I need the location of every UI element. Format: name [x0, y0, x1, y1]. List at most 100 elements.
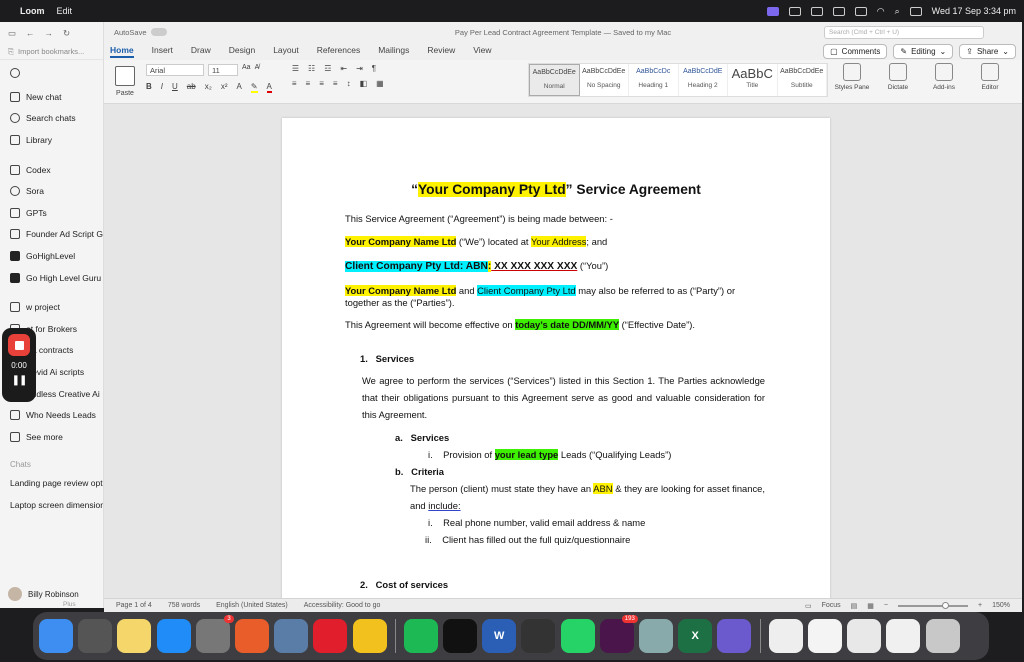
numbering-icon[interactable]: ☷ — [308, 64, 315, 73]
search-input[interactable]: Search (Cmd + Ctrl + U) — [824, 25, 984, 39]
focus-icon[interactable]: ▭ — [805, 602, 812, 610]
loom-status-icon[interactable] — [766, 6, 779, 16]
web-layout-icon[interactable]: ▦ — [867, 602, 874, 610]
dictate-button[interactable]: Dictate — [880, 63, 916, 91]
bookmarks-bar[interactable]: ⎘ Import bookmarks... — [0, 44, 103, 60]
language[interactable]: English (United States) — [216, 602, 288, 609]
status-icon[interactable] — [832, 6, 845, 16]
styles-pane-button[interactable]: Styles Pane — [834, 63, 870, 91]
strikethrough-icon[interactable]: ab — [187, 82, 196, 93]
sound-app-icon[interactable] — [443, 619, 478, 653]
stop-recording-button[interactable] — [8, 334, 30, 356]
sidebar-item[interactable]: Library — [0, 129, 103, 151]
show-marks-icon[interactable]: ¶ — [372, 64, 376, 73]
opera-icon[interactable] — [313, 619, 348, 653]
share-button[interactable]: ⇪ Share ⌄ — [959, 43, 1016, 59]
clock[interactable]: Wed 17 Sep 3:34 pm — [932, 6, 1016, 16]
font-select[interactable]: Arial — [146, 64, 204, 76]
paste-button[interactable]: Paste — [110, 64, 140, 97]
justify-icon[interactable]: ≡ — [333, 79, 338, 88]
sidebar-item[interactable]: Founder Ad Script G — [0, 224, 103, 246]
style-normal[interactable]: AaBbCcDdEe Normal — [529, 64, 580, 96]
chat-item[interactable]: Landing page review opt — [0, 473, 103, 495]
excel-icon[interactable]: X — [678, 619, 713, 653]
document-thumb-icon[interactable] — [768, 619, 803, 653]
firefox-icon[interactable] — [234, 619, 269, 653]
copilot-button[interactable]: Copilot — [1018, 63, 1024, 91]
bullets-icon[interactable]: ☰ — [292, 64, 299, 73]
launchpad-icon[interactable] — [78, 619, 113, 653]
calculator-icon[interactable] — [521, 619, 556, 653]
back-icon[interactable]: ← — [26, 28, 35, 38]
borders-icon[interactable]: ▦ — [376, 79, 384, 88]
underline-icon[interactable]: U — [172, 82, 178, 93]
editor-button[interactable]: Editor — [972, 63, 1008, 91]
zoom-in-icon[interactable]: + — [978, 602, 982, 609]
sidebar-item[interactable]: Search chats — [0, 108, 103, 130]
increase-indent-icon[interactable]: ⇥ — [356, 64, 363, 73]
edit-menu[interactable]: Edit — [57, 6, 73, 16]
status-icon[interactable] — [810, 6, 823, 16]
document-canvas[interactable]: “Your Company Pty Ltd” Service Agreement… — [104, 104, 1022, 598]
tab-home[interactable]: Home — [110, 45, 134, 58]
style-no-spacing[interactable]: AaBbCcDdEe No Spacing — [580, 64, 629, 96]
decrease-indent-icon[interactable]: ⇤ — [340, 64, 347, 73]
document-page[interactable]: “Your Company Pty Ltd” Service Agreement… — [282, 118, 830, 598]
sidebar-item[interactable]: Who Needs Leads — [0, 404, 103, 426]
forward-icon[interactable]: → — [45, 28, 54, 38]
sidebar-item[interactable]: w project — [0, 296, 103, 318]
trash-icon[interactable] — [925, 619, 960, 653]
sidebar-toggle-icon[interactable]: ▭ — [8, 28, 16, 39]
style-title[interactable]: AaBbC Title — [728, 64, 778, 96]
wifi-icon[interactable]: ◠ — [877, 6, 885, 17]
search-icon[interactable]: ⌕ — [895, 6, 900, 17]
spotify-icon[interactable] — [403, 619, 438, 653]
notes-icon[interactable] — [117, 619, 152, 653]
word-count[interactable]: 758 words — [168, 602, 200, 609]
zoom-thumb[interactable] — [942, 601, 950, 609]
tab-references[interactable]: References — [317, 45, 360, 58]
control-center-icon[interactable] — [909, 6, 922, 16]
slack-icon[interactable]: 193 — [599, 615, 638, 653]
align-left-icon[interactable]: ≡ — [292, 79, 297, 88]
clear-format-icon[interactable]: A̸ — [255, 64, 260, 76]
battery-icon[interactable] — [854, 6, 867, 16]
sidebar-item[interactable]: Sora — [0, 180, 103, 202]
document-thumb-4-icon[interactable] — [886, 619, 921, 653]
style-heading-2[interactable]: AaBbCcDdE Heading 2 — [679, 64, 728, 96]
zoom-level[interactable]: 150% — [992, 602, 1010, 609]
proxyman-icon[interactable] — [274, 619, 309, 653]
italic-icon[interactable]: I — [161, 82, 163, 93]
status-icon[interactable] — [788, 6, 801, 16]
superscript-icon[interactable]: x² — [221, 82, 228, 93]
word-icon[interactable]: W — [482, 619, 517, 653]
print-layout-icon[interactable]: ▤ — [851, 602, 858, 610]
comments-button[interactable]: ▢ Comments — [823, 43, 888, 59]
style-subtitle[interactable]: AaBbCcDdEe Subtitle — [778, 64, 827, 96]
user-profile[interactable]: Billy Robinson Plus — [0, 580, 104, 608]
system-settings-icon[interactable]: 3 — [195, 615, 234, 653]
subscript-icon[interactable]: x₂ — [205, 82, 212, 93]
chrome-icon[interactable] — [352, 619, 387, 653]
tab-insert[interactable]: Insert — [152, 45, 173, 58]
editing-button[interactable]: ✎ Editing ⌄ — [893, 43, 954, 59]
add-ins-button[interactable]: Add-ins — [926, 63, 962, 91]
preview-icon[interactable] — [639, 619, 673, 653]
chat-item[interactable]: Laptop screen dimension — [0, 494, 103, 516]
align-right-icon[interactable]: ≡ — [319, 79, 324, 88]
pause-button[interactable]: ❚❚ — [12, 375, 28, 386]
app-store-icon[interactable] — [156, 619, 191, 653]
sidebar-item[interactable]: See more — [0, 426, 103, 448]
chatgpt-logo[interactable] — [0, 60, 103, 86]
zoom-slider[interactable] — [898, 601, 968, 609]
bold-icon[interactable]: B — [146, 82, 152, 93]
document-thumb-2-icon[interactable] — [807, 619, 842, 653]
tab-design[interactable]: Design — [229, 45, 255, 58]
sidebar-item[interactable]: Go High Level Guru — [0, 267, 103, 289]
reload-icon[interactable]: ↻ — [63, 28, 70, 39]
sidebar-item[interactable]: GPTs — [0, 202, 103, 224]
tab-mailings[interactable]: Mailings — [378, 45, 409, 58]
text-effects-icon[interactable]: A — [236, 82, 241, 93]
import-bookmarks-link[interactable]: Import bookmarks... — [18, 47, 84, 56]
sidebar-item[interactable]: GoHighLevel — [0, 245, 103, 267]
